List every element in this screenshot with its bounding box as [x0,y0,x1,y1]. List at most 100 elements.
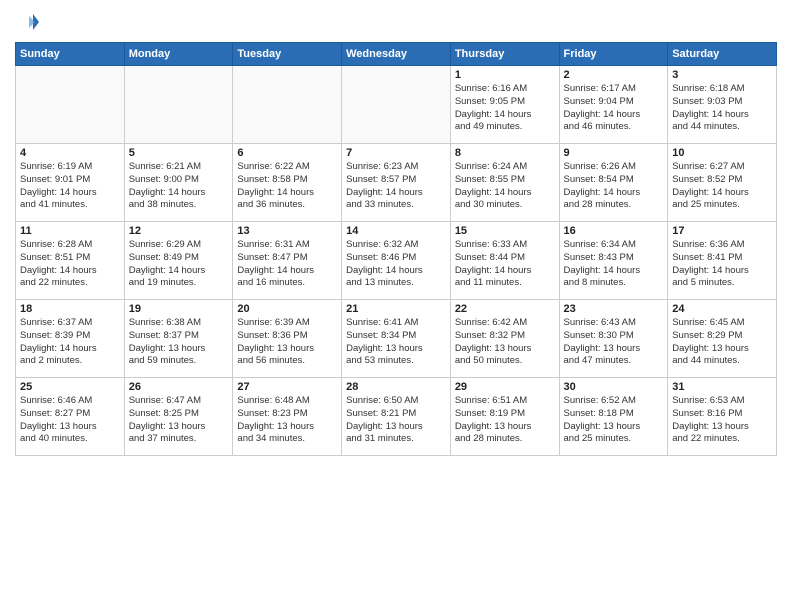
day-info: Sunrise: 6:53 AM Sunset: 8:16 PM Dayligh… [672,395,772,446]
calendar-cell: 7 Sunrise: 6:23 AM Sunset: 8:57 PM Daylig… [342,144,451,222]
day-info: Sunrise: 6:31 AM Sunset: 8:47 PM Dayligh… [237,239,337,290]
calendar-cell: 23 Sunrise: 6:43 AM Sunset: 8:30 PM Dayli… [559,300,668,378]
day-info: Sunrise: 6:37 AM Sunset: 8:39 PM Dayligh… [20,317,120,368]
calendar-cell: 13 Sunrise: 6:31 AM Sunset: 8:47 PM Dayli… [233,222,342,300]
header [15,10,777,34]
calendar-cell: 12 Sunrise: 6:29 AM Sunset: 8:49 PM Dayli… [124,222,233,300]
day-number: 27 [237,381,337,393]
day-info: Sunrise: 6:36 AM Sunset: 8:41 PM Dayligh… [672,239,772,290]
day-number: 11 [20,225,120,237]
logo-icon [15,10,39,34]
calendar-cell: 18 Sunrise: 6:37 AM Sunset: 8:39 PM Dayli… [16,300,125,378]
day-number: 13 [237,225,337,237]
calendar-cell: 6 Sunrise: 6:22 AM Sunset: 8:58 PM Daylig… [233,144,342,222]
day-number: 1 [455,69,555,81]
calendar-cell: 22 Sunrise: 6:42 AM Sunset: 8:32 PM Dayli… [450,300,559,378]
calendar-cell: 2 Sunrise: 6:17 AM Sunset: 9:04 PM Daylig… [559,66,668,144]
calendar-cell [16,66,125,144]
calendar-cell: 4 Sunrise: 6:19 AM Sunset: 9:01 PM Daylig… [16,144,125,222]
calendar-cell: 5 Sunrise: 6:21 AM Sunset: 9:00 PM Daylig… [124,144,233,222]
day-number: 31 [672,381,772,393]
day-info: Sunrise: 6:26 AM Sunset: 8:54 PM Dayligh… [564,161,664,212]
day-number: 20 [237,303,337,315]
calendar-cell: 9Sunrise: 6:26 AM Sunset: 8:54 PM Daylig… [559,144,668,222]
day-info: Sunrise: 6:19 AM Sunset: 9:01 PM Dayligh… [20,161,120,212]
calendar-cell: 20 Sunrise: 6:39 AM Sunset: 8:36 PM Dayli… [233,300,342,378]
day-number: 12 [129,225,229,237]
day-number: 3 [672,69,772,81]
day-number: 21 [346,303,446,315]
day-number: 25 [20,381,120,393]
calendar-cell: 15Sunrise: 6:33 AM Sunset: 8:44 PM Dayli… [450,222,559,300]
calendar-cell: 19Sunrise: 6:38 AM Sunset: 8:37 PM Dayli… [124,300,233,378]
day-info: Sunrise: 6:24 AM Sunset: 8:55 PM Dayligh… [455,161,555,212]
calendar-cell: 30 Sunrise: 6:52 AM Sunset: 8:18 PM Dayli… [559,378,668,456]
weekday-header: Wednesday [342,43,451,66]
calendar-week-row: 4 Sunrise: 6:19 AM Sunset: 9:01 PM Daylig… [16,144,777,222]
day-number: 29 [455,381,555,393]
day-number: 14 [346,225,446,237]
weekday-header-row: SundayMondayTuesdayWednesdayThursdayFrid… [16,43,777,66]
day-info: Sunrise: 6:39 AM Sunset: 8:36 PM Dayligh… [237,317,337,368]
day-info: Sunrise: 6:23 AM Sunset: 8:57 PM Dayligh… [346,161,446,212]
calendar-cell [124,66,233,144]
day-number: 19 [129,303,229,315]
day-info: Sunrise: 6:46 AM Sunset: 8:27 PM Dayligh… [20,395,120,446]
day-number: 22 [455,303,555,315]
weekday-header: Thursday [450,43,559,66]
weekday-header: Friday [559,43,668,66]
day-number: 23 [564,303,664,315]
calendar-cell: 29 Sunrise: 6:51 AM Sunset: 8:19 PM Dayli… [450,378,559,456]
day-info: Sunrise: 6:50 AM Sunset: 8:21 PM Dayligh… [346,395,446,446]
day-info: Sunrise: 6:52 AM Sunset: 8:18 PM Dayligh… [564,395,664,446]
calendar-cell: 27Sunrise: 6:48 AM Sunset: 8:23 PM Dayli… [233,378,342,456]
day-number: 30 [564,381,664,393]
day-info: Sunrise: 6:21 AM Sunset: 9:00 PM Dayligh… [129,161,229,212]
day-number: 15 [455,225,555,237]
page: SundayMondayTuesdayWednesdayThursdayFrid… [0,0,792,612]
day-info: Sunrise: 6:27 AM Sunset: 8:52 PM Dayligh… [672,161,772,212]
day-info: Sunrise: 6:47 AM Sunset: 8:25 PM Dayligh… [129,395,229,446]
day-info: Sunrise: 6:16 AM Sunset: 9:05 PM Dayligh… [455,83,555,134]
calendar-cell: 3Sunrise: 6:18 AM Sunset: 9:03 PM Daylig… [668,66,777,144]
calendar-week-row: 25 Sunrise: 6:46 AM Sunset: 8:27 PM Dayli… [16,378,777,456]
calendar-cell: 16Sunrise: 6:34 AM Sunset: 8:43 PM Dayli… [559,222,668,300]
weekday-header: Monday [124,43,233,66]
day-info: Sunrise: 6:43 AM Sunset: 8:30 PM Dayligh… [564,317,664,368]
calendar-cell: 21Sunrise: 6:41 AM Sunset: 8:34 PM Dayli… [342,300,451,378]
day-number: 26 [129,381,229,393]
weekday-header: Saturday [668,43,777,66]
calendar-cell: 11Sunrise: 6:28 AM Sunset: 8:51 PM Dayli… [16,222,125,300]
day-info: Sunrise: 6:34 AM Sunset: 8:43 PM Dayligh… [564,239,664,290]
day-info: Sunrise: 6:42 AM Sunset: 8:32 PM Dayligh… [455,317,555,368]
day-number: 6 [237,147,337,159]
calendar-cell: 31 Sunrise: 6:53 AM Sunset: 8:16 PM Dayli… [668,378,777,456]
calendar-cell: 8 Sunrise: 6:24 AM Sunset: 8:55 PM Daylig… [450,144,559,222]
day-number: 17 [672,225,772,237]
calendar-cell: 10 Sunrise: 6:27 AM Sunset: 8:52 PM Dayli… [668,144,777,222]
day-number: 24 [672,303,772,315]
calendar-week-row: 18 Sunrise: 6:37 AM Sunset: 8:39 PM Dayli… [16,300,777,378]
day-info: Sunrise: 6:29 AM Sunset: 8:49 PM Dayligh… [129,239,229,290]
calendar: SundayMondayTuesdayWednesdayThursdayFrid… [15,42,777,456]
calendar-cell [233,66,342,144]
day-info: Sunrise: 6:51 AM Sunset: 8:19 PM Dayligh… [455,395,555,446]
day-number: 10 [672,147,772,159]
day-info: Sunrise: 6:22 AM Sunset: 8:58 PM Dayligh… [237,161,337,212]
calendar-cell: 26 Sunrise: 6:47 AM Sunset: 8:25 PM Dayli… [124,378,233,456]
calendar-cell: 24Sunrise: 6:45 AM Sunset: 8:29 PM Dayli… [668,300,777,378]
day-number: 2 [564,69,664,81]
day-number: 7 [346,147,446,159]
day-number: 8 [455,147,555,159]
day-info: Sunrise: 6:17 AM Sunset: 9:04 PM Dayligh… [564,83,664,134]
day-info: Sunrise: 6:32 AM Sunset: 8:46 PM Dayligh… [346,239,446,290]
calendar-cell: 17 Sunrise: 6:36 AM Sunset: 8:41 PM Dayli… [668,222,777,300]
logo [15,10,43,34]
calendar-cell: 14 Sunrise: 6:32 AM Sunset: 8:46 PM Dayli… [342,222,451,300]
day-number: 18 [20,303,120,315]
calendar-cell: 28Sunrise: 6:50 AM Sunset: 8:21 PM Dayli… [342,378,451,456]
weekday-header: Sunday [16,43,125,66]
calendar-cell: 1 Sunrise: 6:16 AM Sunset: 9:05 PM Daylig… [450,66,559,144]
day-number: 5 [129,147,229,159]
day-number: 4 [20,147,120,159]
